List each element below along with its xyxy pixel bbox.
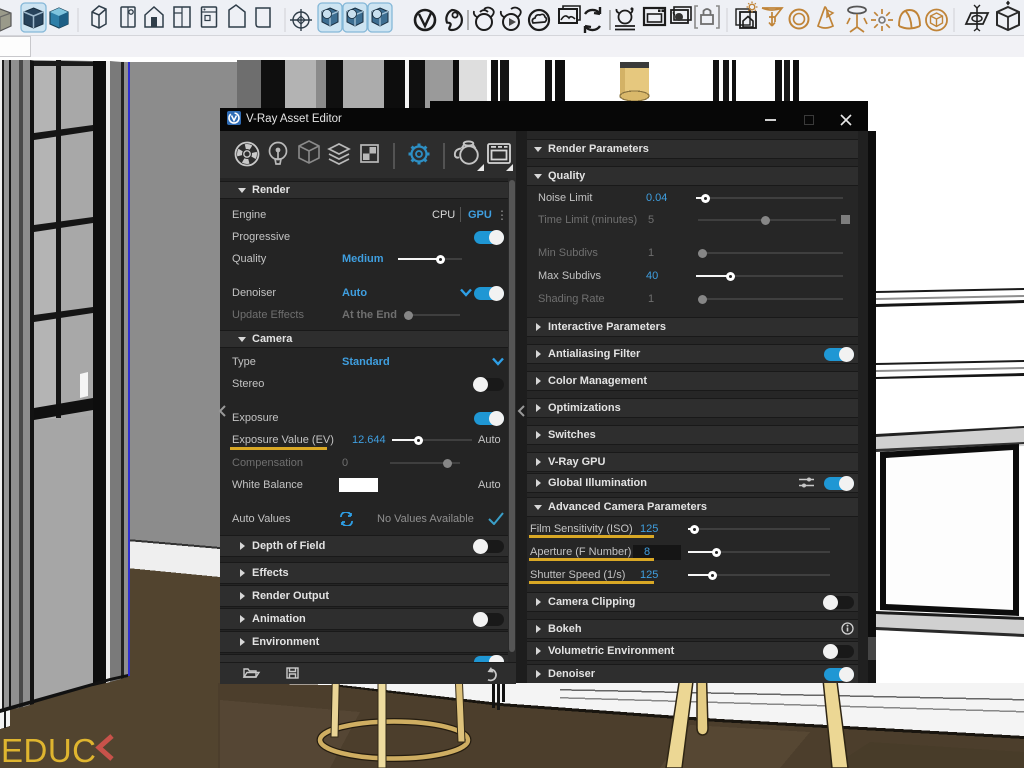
svg-text:EDUC: EDUC [1, 732, 97, 768]
